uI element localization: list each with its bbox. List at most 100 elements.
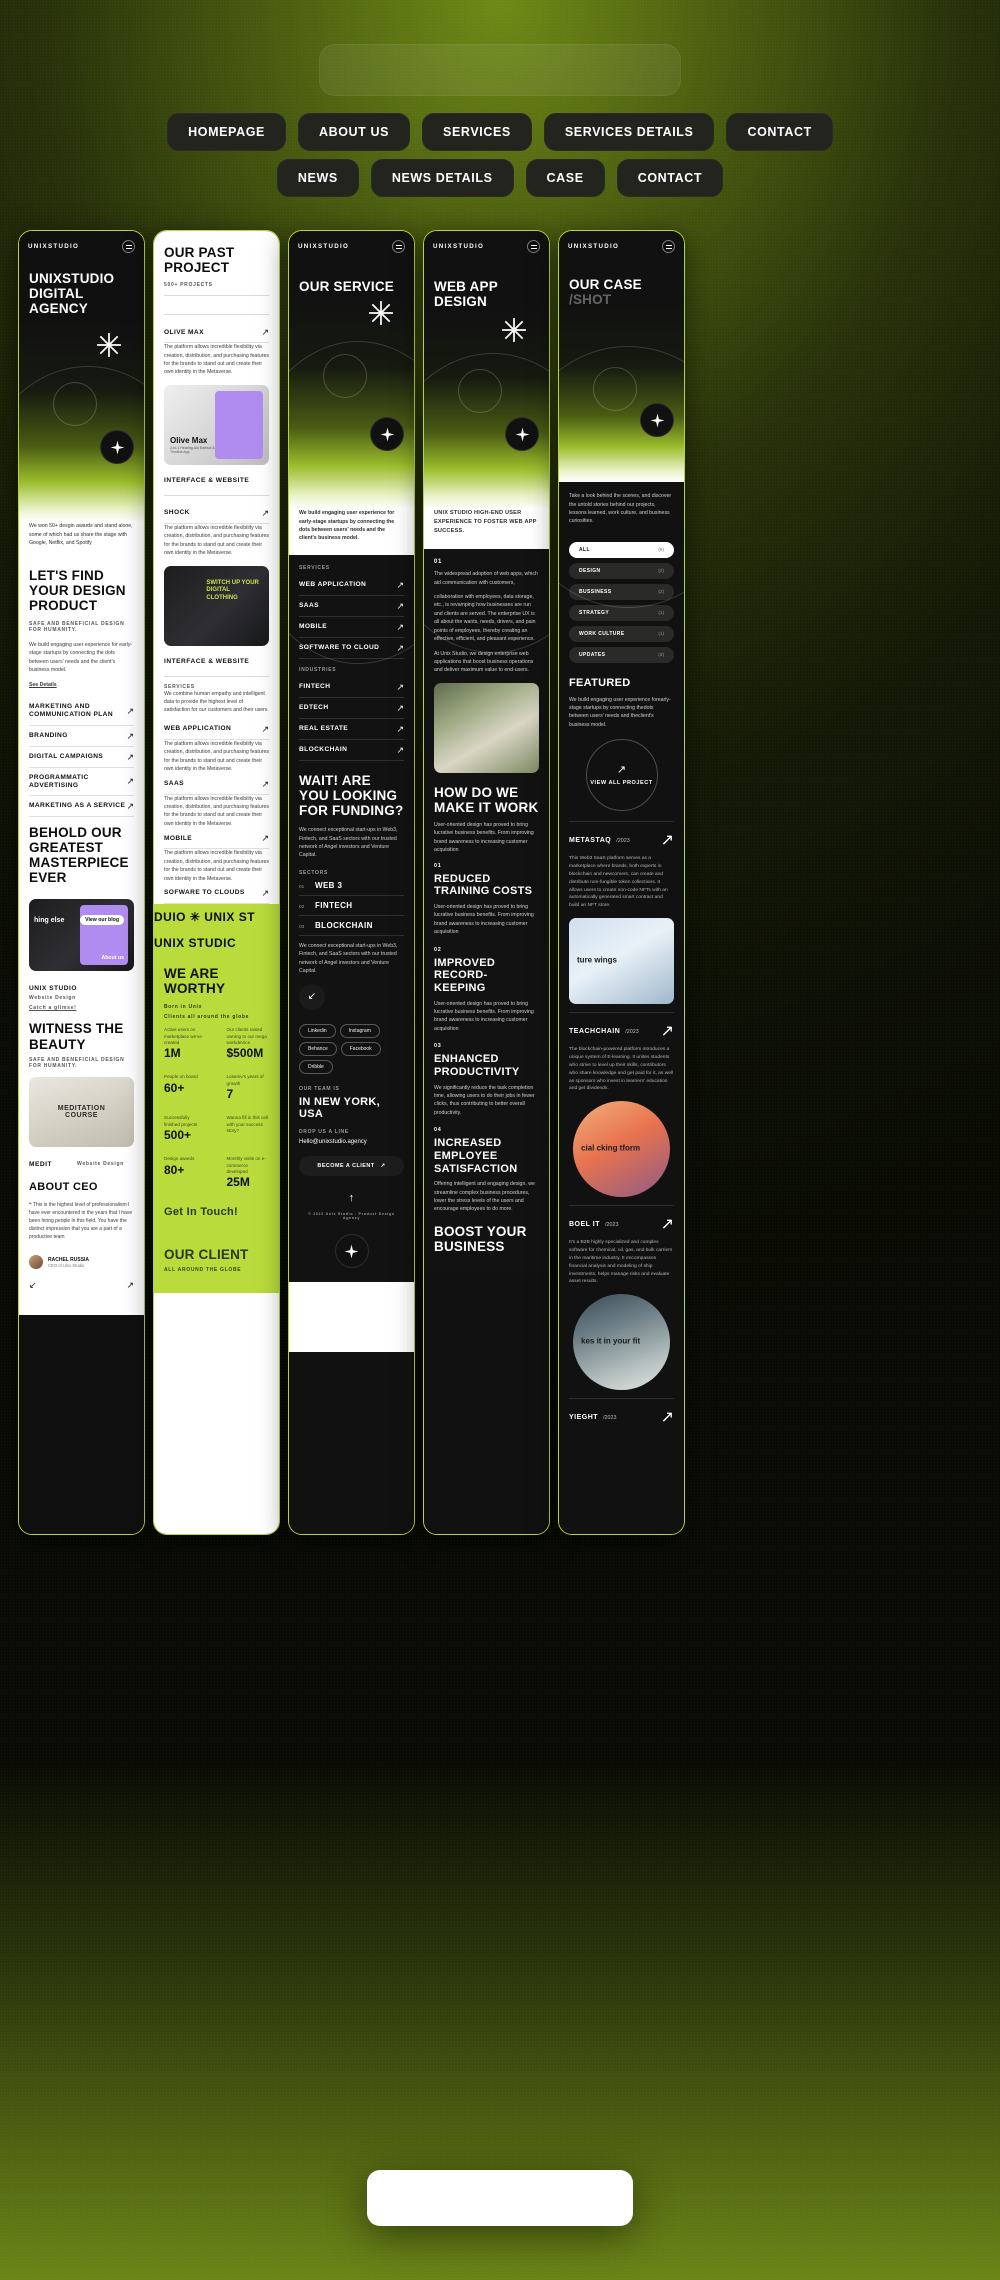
social-link-instagram[interactable]: Instagram — [339, 1023, 380, 1038]
list-row[interactable]: EDTECH ↗ — [289, 698, 414, 718]
benefit-title: ENHANCED PRODUCTIVITY — [434, 1053, 520, 1078]
nav-button-case[interactable]: CASE — [525, 159, 605, 197]
arrow-up-right-icon: ↗ — [396, 744, 404, 755]
ceo-quote-block: ❝ This is the highest level of professio… — [19, 1193, 144, 1249]
menu-icon[interactable] — [527, 240, 540, 253]
filter-chip-label: UPDATES — [579, 651, 606, 658]
list-row[interactable]: BRANDING ↗ — [19, 726, 144, 746]
list-row[interactable]: PROGRAMMATIC ADVERTISING ↗ — [19, 768, 144, 795]
sector-title: FINTECH — [315, 900, 353, 910]
social-link-dribble[interactable]: Dribble — [299, 1059, 333, 1074]
stat-label: Successfully finished projects — [164, 1115, 198, 1127]
see-details-link[interactable]: See Details — [19, 681, 144, 689]
nav-button-services-details[interactable]: SERVICES DETAILS — [543, 113, 715, 151]
divider — [164, 314, 269, 316]
nav-button-news[interactable]: NEWS — [276, 159, 359, 197]
list-row[interactable]: OLIVE MAX ↗ — [154, 322, 279, 342]
scroll-top-icon[interactable]: ↑ — [289, 1184, 414, 1213]
arrow-up-right-icon: ↗ — [660, 832, 674, 850]
get-in-touch-badge[interactable] — [640, 403, 674, 438]
list-row[interactable]: DIGITAL CAMPAIGNS ↗ — [19, 747, 144, 767]
copyright: © 2022 Unix Studio - Product Design Agen… — [308, 1212, 395, 1221]
hero-gradient — [289, 294, 414, 664]
become-client-button[interactable]: BECOME A CLIENT ↗ — [299, 1155, 404, 1176]
case-card-header[interactable]: YIEGHT/2023 ↗ — [569, 1407, 674, 1427]
sector-row[interactable]: 02 FINTECH — [289, 896, 414, 915]
get-in-touch-badge[interactable] — [370, 417, 404, 452]
menu-icon[interactable] — [392, 240, 405, 253]
page-heading: OUR SERVICE — [299, 279, 394, 294]
sector-number: 03 — [299, 924, 305, 930]
arrow-prev-icon[interactable]: ↙ — [29, 1281, 37, 1290]
menu-icon[interactable] — [122, 240, 135, 253]
nav-button-services[interactable]: SERVICES — [422, 113, 532, 151]
stat-label: Active users on marketplace we've create… — [164, 1027, 202, 1045]
list-row[interactable]: MARKETING AS A SERVICE ↗ — [19, 796, 144, 816]
case-card-header[interactable]: TEACHCHAIN/2023 ↗ — [569, 1021, 674, 1041]
meditation-card: MEDITATION COURSE — [29, 1076, 134, 1147]
list-row-label: EDTECH — [299, 704, 329, 712]
social-link-facebook[interactable]: Facebook — [340, 1041, 381, 1056]
sector-row[interactable]: 03 BLOCKCHAIN — [289, 916, 414, 935]
get-in-touch-badge[interactable] — [505, 417, 539, 452]
list-row[interactable]: SHOCK ↗ — [154, 503, 279, 523]
arrow-next-icon[interactable]: ↗ — [126, 1281, 134, 1290]
nav-row-primary: HOMEPAGE ABOUT US SERVICES SERVICES DETAILS… — [0, 113, 1000, 151]
nav-button-contact[interactable]: CONTACT — [616, 159, 724, 197]
hero-gradient — [424, 309, 549, 654]
nav-button-news-details[interactable]: NEWS DETAILS — [370, 159, 514, 197]
webapp-dark-section: 01 The widespread adoption of web apps, w… — [424, 549, 549, 1275]
sector-row[interactable]: 01 WEB 3 — [289, 876, 414, 895]
phone-screen-our-case[interactable]: UNIXSTUDIO OUR CASE/SHOT Take a look behin… — [559, 231, 684, 1534]
scroll-arrow-button[interactable]: ↙ — [299, 983, 325, 1010]
service-desc: The platform allows incredible flexibili… — [164, 795, 269, 827]
view-all-project-button[interactable]: ↗ VIEW ALL PROJECT — [585, 739, 658, 812]
list-row[interactable]: FINTECH ↗ — [289, 677, 414, 697]
social-link-behance[interactable]: Behance — [299, 1041, 337, 1056]
social-link-linkedin[interactable]: Linkedin — [299, 1023, 336, 1038]
email-address[interactable]: Hello@unixstudio.agency — [289, 1135, 414, 1148]
list-row[interactable]: SOFWARE TO CLOUDS ↗ — [154, 883, 279, 903]
get-in-touch-cta[interactable]: Get In Touch! — [154, 1196, 279, 1229]
phone-screen-past-project[interactable]: OUR PAST PROJECT 500+ PROJECTS OLIVE MAX ↗ T… — [154, 231, 279, 1534]
list-row[interactable]: SAAS ↗ — [154, 774, 279, 794]
phone-screen-homepage[interactable]: UNIXSTUDIO UNIXSTUDIO DIGITAL AGENCY We wo… — [19, 231, 144, 1534]
nav-button-homepage[interactable]: HOMEPAGE — [167, 113, 286, 151]
case-card-header[interactable]: BOEL IT/2023 ↗ — [569, 1214, 674, 1234]
nav-button-about-us[interactable]: ABOUT US — [297, 113, 411, 151]
nav-button-contact[interactable]: CONTACT — [726, 113, 833, 151]
list-row-label: BRANDING — [29, 731, 68, 739]
list-row-wrap: BRANDING ↗ — [19, 726, 144, 747]
work-type: Website Design — [29, 995, 76, 1002]
phone-screen-our-service[interactable]: UNIXSTUDIO OUR SERVICE We build engaging u… — [289, 231, 414, 1534]
case-card-header[interactable]: METASTAQ/2023 ↗ — [569, 830, 674, 850]
page-heading: OUR PAST PROJECT — [164, 245, 235, 276]
list-row[interactable]: MARKETING AND COMMUNICATION PLAN ↗ — [19, 697, 144, 724]
footer-white — [289, 1282, 414, 1353]
phone-screen-web-app-design[interactable]: UNIXSTUDIO WEB APP DESIGN UNIX STUDIO HIGH… — [424, 231, 549, 1534]
filter-chip-updates[interactable]: UPDATES (3) — [569, 646, 674, 663]
case-image-1: ture wings — [569, 918, 674, 1005]
list-row[interactable]: BLOCKCHAIN ↗ — [289, 740, 414, 760]
arrow-up-right-icon: ↗ — [261, 723, 269, 734]
stat-cell: Monthly visits on e-commerce developed 25… — [217, 1149, 280, 1196]
menu-icon[interactable] — [662, 240, 675, 253]
list-row[interactable]: REAL ESTATE ↗ — [289, 719, 414, 739]
filter-chip-count: (1) — [658, 610, 664, 616]
hero-gradient — [19, 322, 144, 667]
list-row-label: FINTECH — [299, 683, 331, 691]
case-name: TEACHCHAIN — [569, 1027, 621, 1035]
stat-label: Wanna fill in this cell with your succes… — [226, 1115, 268, 1134]
list-row[interactable]: MOBILE ↗ — [154, 828, 279, 848]
list-row-wrap: EDTECH ↗ — [289, 698, 414, 719]
list-row-label: BLOCKCHAIN — [299, 746, 348, 754]
list-row[interactable]: WEB APPLICATION ↗ — [154, 719, 279, 739]
filter-chip-work-culture[interactable]: WORK CULTURE (1) — [569, 625, 674, 642]
work-link[interactable]: Catch a glimse! — [19, 1001, 144, 1011]
